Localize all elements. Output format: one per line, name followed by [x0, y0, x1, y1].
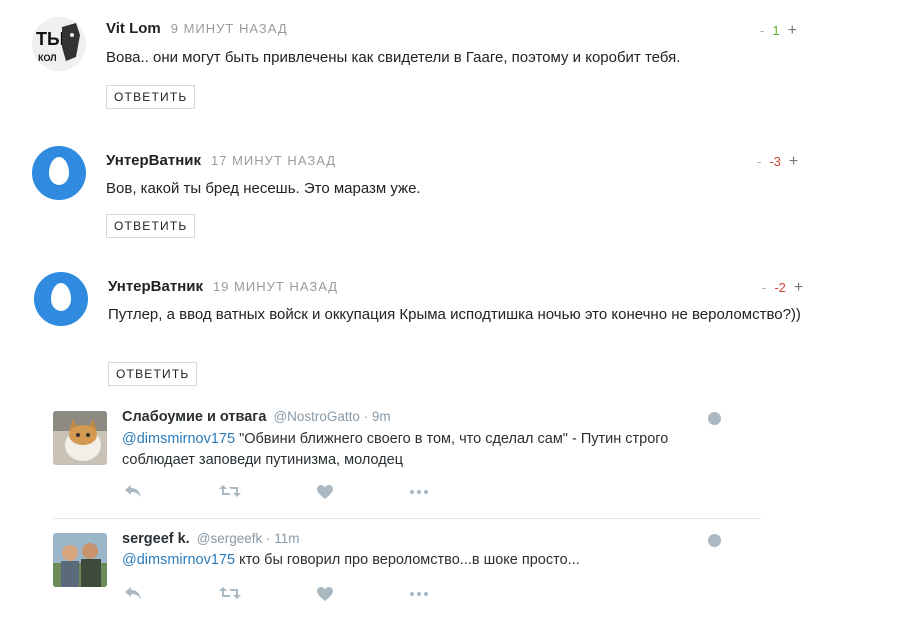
comment-time[interactable]: 17 МИНУТ НАЗАД [211, 153, 336, 168]
downvote-button[interactable]: - [760, 23, 764, 38]
more-icon[interactable] [408, 586, 430, 600]
tweet-handle[interactable]: @NostroGatto · 9m [273, 409, 390, 424]
tweet-header: sergeef k. @sergeefk · 11m [122, 531, 300, 547]
comment-author[interactable]: Vit Lom [106, 20, 161, 37]
tweet-header: Слабоумие и отвага @NostroGatto · 9m [122, 409, 391, 425]
comment-text: Путлер, а ввод ватных войск и оккупация … [108, 306, 801, 323]
divider [53, 518, 761, 519]
tweet-author[interactable]: sergeef k. [122, 531, 190, 547]
comment-text: Вов, какой ты бред несешь. Это маразм уж… [106, 180, 421, 197]
more-icon[interactable] [408, 484, 430, 498]
downvote-button[interactable]: - [762, 280, 766, 295]
avatar[interactable] [34, 272, 88, 326]
retweet-icon[interactable] [219, 484, 241, 498]
vote-controls: - -2 + [762, 279, 803, 297]
tweet-mention[interactable]: @dimsmirnov175 [122, 431, 235, 447]
vote-controls: -1 + [760, 22, 797, 40]
comment-text: Вова.. они могут быть привлечены как сви… [106, 49, 681, 66]
comment-time[interactable]: 9 МИНУТ НАЗАД [171, 21, 288, 36]
vote-score: -2 [774, 280, 786, 295]
downvote-button[interactable]: - [757, 154, 761, 169]
globe-icon [708, 412, 721, 425]
upvote-button[interactable]: + [788, 22, 797, 39]
tweet-mention[interactable]: @dimsmirnov175 [122, 552, 235, 568]
avatar[interactable]: ТЫ КОЛ [32, 17, 86, 71]
tweet-actions [122, 484, 452, 504]
vote-controls: - -3 + [757, 153, 798, 171]
comment-author[interactable]: УнтерВатник [106, 152, 201, 169]
tweet-body: кто бы говорил про вероломство...в шоке … [235, 552, 580, 568]
avatar[interactable] [53, 533, 107, 587]
tweet-actions [122, 586, 452, 606]
egg-icon [49, 157, 69, 185]
comment-header: УнтерВатник 17 МИНУТ НАЗАД [106, 152, 336, 169]
upvote-button[interactable]: + [789, 153, 798, 170]
upvote-button[interactable]: + [794, 279, 803, 296]
egg-icon [51, 283, 71, 311]
avatar[interactable] [53, 411, 107, 465]
tweet-author[interactable]: Слабоумие и отвага [122, 409, 266, 425]
reply-icon[interactable] [124, 586, 142, 600]
vote-score: -3 [769, 154, 781, 169]
reply-button[interactable]: ОТВЕТИТЬ [106, 214, 196, 238]
tweet-handle[interactable]: @sergeefk · 11m [197, 531, 300, 546]
tweet-text: @dimsmirnov175 "Обвини ближнего своего в… [122, 429, 712, 471]
avatar[interactable] [32, 146, 86, 200]
comment-time[interactable]: 19 МИНУТ НАЗАД [213, 279, 338, 294]
tweet-text: @dimsmirnov175 кто бы говорил про вероло… [122, 550, 712, 571]
reply-icon[interactable] [124, 484, 142, 498]
vote-score: 1 [772, 23, 780, 38]
svg-text:КОЛ: КОЛ [38, 53, 57, 63]
comment-author[interactable]: УнтерВатник [108, 278, 203, 295]
retweet-icon[interactable] [219, 586, 241, 600]
reply-button[interactable]: ОТВЕТИТЬ [108, 362, 198, 386]
reply-button[interactable]: ОТВЕТИТЬ [106, 85, 196, 109]
heart-icon[interactable] [316, 484, 334, 500]
globe-icon [708, 534, 721, 547]
heart-icon[interactable] [316, 586, 334, 602]
comment-header: Vit Lom 9 МИНУТ НАЗАД [106, 20, 288, 37]
comment-header: УнтерВатник 19 МИНУТ НАЗАД [108, 278, 338, 295]
svg-text:ТЫ: ТЫ [36, 29, 65, 49]
